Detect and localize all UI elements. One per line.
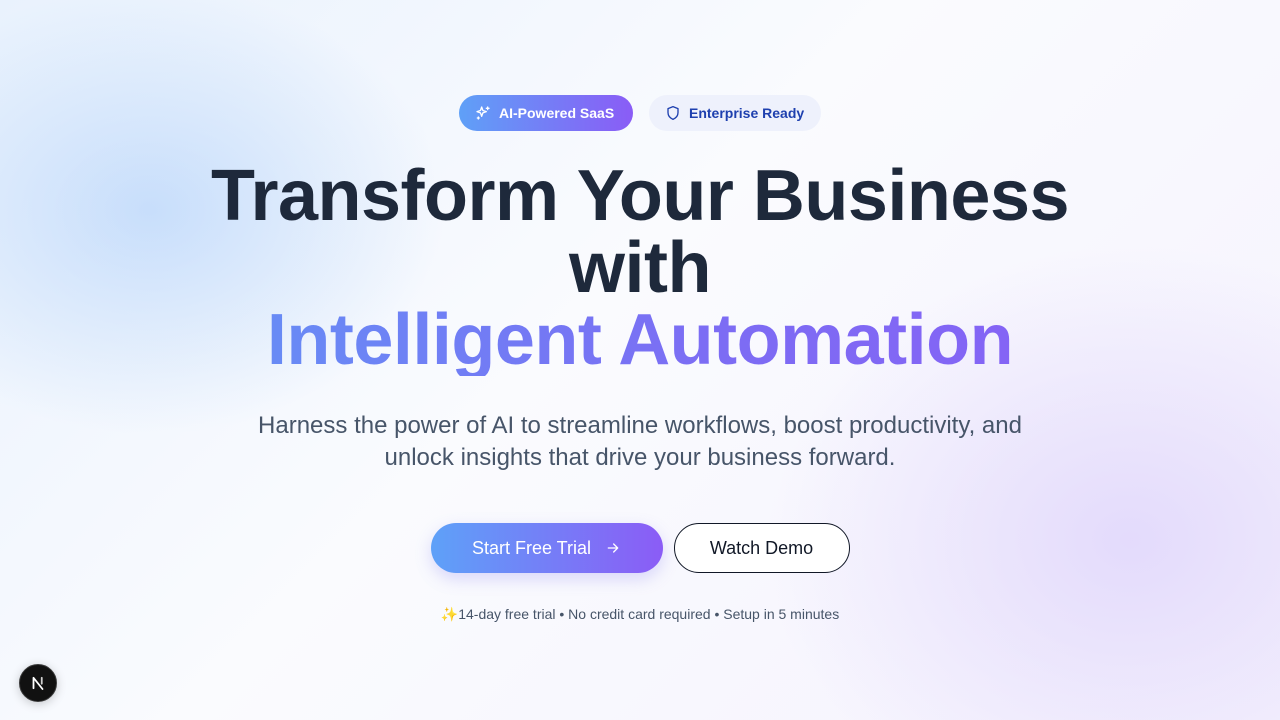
headline-highlight: Intelligent Automation [0, 304, 1280, 376]
headline-line-1: Transform Your Business [210, 156, 1070, 236]
hero-section: AI-Powered SaaS Enterprise Ready Transfo… [0, 0, 1280, 720]
enterprise-ready-badge: Enterprise Ready [649, 95, 821, 131]
hero-subheadline: Harness the power of AI to streamline wo… [258, 412, 1022, 471]
shield-icon [665, 105, 681, 121]
nextjs-logo-icon [29, 674, 47, 692]
enterprise-ready-badge-label: Enterprise Ready [689, 105, 805, 121]
headline-line-2: with [569, 228, 711, 308]
start-free-trial-button[interactable]: Start Free Trial [430, 523, 663, 573]
badge-row: AI-Powered SaaS Enterprise Ready [0, 95, 1280, 131]
ai-powered-badge-label: AI-Powered SaaS [499, 105, 615, 121]
watch-demo-button[interactable]: Watch Demo [673, 523, 850, 573]
arrow-right-icon [605, 540, 621, 556]
nextjs-dev-indicator[interactable] [19, 664, 57, 702]
cta-row: Start Free Trial Watch Demo [0, 523, 1280, 573]
hero-headline: Transform Your Business with Intelligent… [0, 160, 1280, 376]
sparkles-icon [475, 105, 491, 121]
ai-powered-badge: AI-Powered SaaS [459, 95, 633, 131]
start-free-trial-label: Start Free Trial [471, 537, 592, 558]
trial-fineprint: ✨14-day free trial • No credit card requ… [440, 606, 840, 622]
